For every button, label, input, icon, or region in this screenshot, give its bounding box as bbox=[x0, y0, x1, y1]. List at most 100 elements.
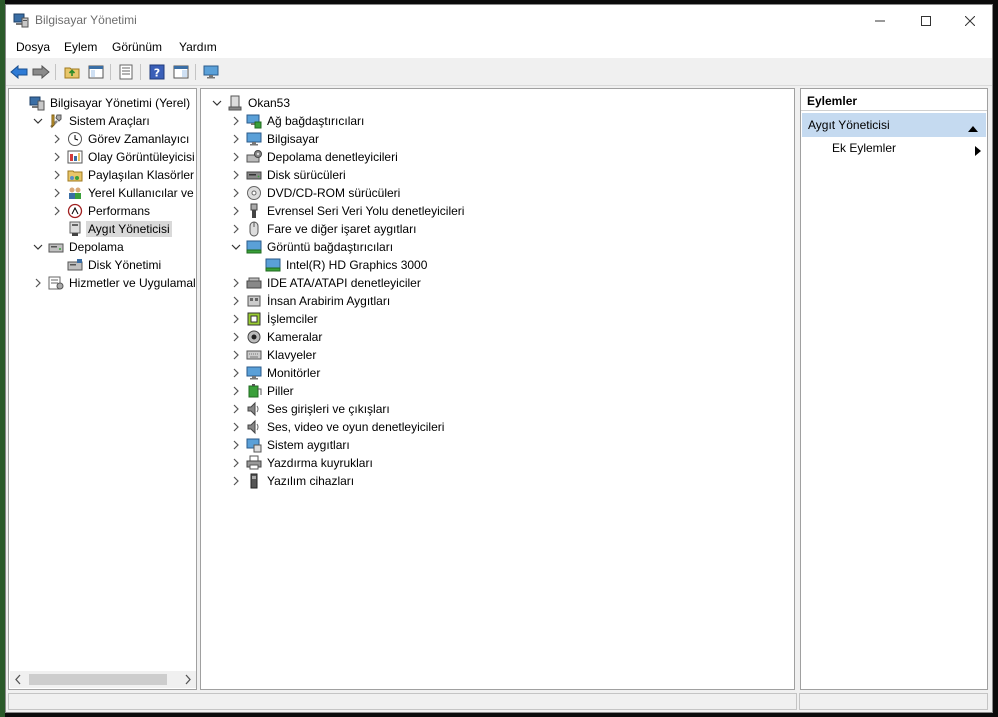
computer-icon bbox=[227, 95, 243, 111]
nav-item-depolama[interactable]: Depolama bbox=[32, 238, 126, 256]
device-category-ide-ata-atapi-denetleyiciler[interactable]: IDE ATA/ATAPI denetleyiciler bbox=[230, 274, 423, 292]
device-category-kameralar[interactable]: Kameralar bbox=[230, 328, 324, 346]
triangle-right-icon[interactable] bbox=[975, 145, 981, 159]
title-bar[interactable]: Bilgisayar Yönetimi bbox=[6, 5, 992, 36]
chevron-right-icon[interactable] bbox=[51, 169, 63, 181]
device-category-piller[interactable]: Piller bbox=[230, 382, 296, 400]
chevron-right-icon[interactable] bbox=[51, 133, 63, 145]
chevron-right-icon[interactable] bbox=[230, 115, 242, 127]
device-category-ses-video-ve-oyun-denetleyicileri[interactable]: Ses, video ve oyun denetleyicileri bbox=[230, 418, 446, 436]
ide-icon bbox=[246, 275, 262, 291]
chevron-right-icon[interactable] bbox=[230, 277, 242, 289]
show-hide-action-pane-button[interactable] bbox=[171, 63, 191, 81]
chevron-right-icon[interactable] bbox=[230, 313, 242, 325]
chevron-right-icon[interactable] bbox=[230, 421, 242, 433]
nav-item-sistem-araclari[interactable]: Sistem Araçları bbox=[32, 112, 152, 130]
chevron-right-icon[interactable] bbox=[230, 439, 242, 451]
chevron-right-icon[interactable] bbox=[230, 385, 242, 397]
tree-item-label: Okan53 bbox=[248, 96, 291, 110]
device-category-dvd-cd-rom-suruculeri[interactable]: DVD/CD-ROM sürücüleri bbox=[230, 184, 402, 202]
properties-button[interactable] bbox=[116, 63, 136, 81]
device-category-monitorler[interactable]: Monitörler bbox=[230, 364, 322, 382]
nav-item-olay-goruntuleyicisi[interactable]: Olay Görüntüleyicisi bbox=[51, 148, 196, 166]
chevron-down-icon[interactable] bbox=[32, 241, 44, 253]
device-category-yazdirma-kuyruklari[interactable]: Yazdırma kuyrukları bbox=[230, 454, 375, 472]
device-category-intel-r-hd-graphics-3000[interactable]: Intel(R) HD Graphics 3000 bbox=[249, 256, 429, 274]
display-adapter-icon bbox=[246, 239, 262, 255]
monitor-icon bbox=[246, 365, 262, 381]
nav-item-hizmetler-ve-uygulamalar[interactable]: Hizmetler ve Uygulamalar bbox=[32, 274, 196, 292]
device-category-ag-bagdastiricilari[interactable]: Ağ bağdaştırıcıları bbox=[230, 112, 366, 130]
maximize-button[interactable] bbox=[903, 5, 949, 36]
forward-button[interactable] bbox=[31, 63, 51, 81]
chevron-right-icon[interactable] bbox=[230, 367, 242, 379]
scroll-left-icon[interactable] bbox=[14, 674, 22, 688]
nav-item-yerel-kullanicilar-ve-gru[interactable]: Yerel Kullanıcılar ve Gru bbox=[51, 184, 196, 202]
chevron-down-icon[interactable] bbox=[32, 115, 44, 127]
chevron-right-icon[interactable] bbox=[230, 349, 242, 361]
menu-gorunum[interactable]: Görünüm bbox=[112, 40, 162, 54]
chevron-down-icon[interactable] bbox=[211, 97, 223, 109]
chevron-right-icon[interactable] bbox=[51, 187, 63, 199]
show-hide-tree-button[interactable] bbox=[86, 63, 106, 81]
nav-item-performans[interactable]: Performans bbox=[51, 202, 152, 220]
chevron-right-icon[interactable] bbox=[32, 277, 44, 289]
device-category-insan-arabirim-aygitlari[interactable]: İnsan Arabirim Aygıtları bbox=[230, 292, 392, 310]
device-category-bilgisayar[interactable]: Bilgisayar bbox=[230, 130, 321, 148]
menu-eylem[interactable]: Eylem bbox=[64, 40, 97, 54]
scan-hardware-button[interactable] bbox=[201, 63, 221, 81]
scrollbar-thumb[interactable] bbox=[29, 674, 167, 685]
disk-management-icon bbox=[67, 257, 83, 273]
menu-dosya[interactable]: Dosya bbox=[16, 40, 50, 54]
actions-section-device-manager[interactable]: Aygıt Yöneticisi bbox=[802, 113, 986, 137]
nav-item-paylasilan-klasorler[interactable]: Paylaşılan Klasörler bbox=[51, 166, 196, 184]
chevron-right-icon[interactable] bbox=[230, 223, 242, 235]
back-button[interactable] bbox=[9, 63, 29, 81]
chevron-right-icon[interactable] bbox=[230, 295, 242, 307]
device-category-klavyeler[interactable]: Klavyeler bbox=[230, 346, 318, 364]
chevron-right-icon[interactable] bbox=[230, 403, 242, 415]
help-button[interactable]: ? bbox=[147, 63, 167, 81]
device-category-depolama-denetleyicileri[interactable]: Depolama denetleyicileri bbox=[230, 148, 400, 166]
device-category-evrensel-seri-veri-yolu-denetleyicileri[interactable]: Evrensel Seri Veri Yolu denetleyicileri bbox=[230, 202, 466, 220]
device-category-sistem-aygitlari[interactable]: Sistem aygıtları bbox=[230, 436, 352, 454]
device-category-fare-ve-diger-isaret-aygitlari[interactable]: Fare ve diğer işaret aygıtları bbox=[230, 220, 418, 238]
camera-icon bbox=[246, 329, 262, 345]
device-tree-pane[interactable]: Okan53 Ağ bağdaştırıcıları Bilgisayar Depol… bbox=[200, 88, 795, 690]
chevron-right-icon[interactable] bbox=[51, 205, 63, 217]
device-category-islemciler[interactable]: İşlemciler bbox=[230, 310, 320, 328]
keyboard-icon bbox=[246, 347, 262, 363]
close-button[interactable] bbox=[947, 5, 993, 36]
chevron-right-icon[interactable] bbox=[230, 187, 242, 199]
chevron-right-icon[interactable] bbox=[230, 331, 242, 343]
chevron-right-icon[interactable] bbox=[230, 169, 242, 181]
device-category-okan53[interactable]: Okan53 bbox=[211, 94, 292, 112]
tree-item-label: Klavyeler bbox=[267, 348, 317, 362]
device-category-goruntu-bagdastiricilari[interactable]: Görüntü bağdaştırıcıları bbox=[230, 238, 395, 256]
nav-item-gorev-zamanlayici[interactable]: Görev Zamanlayıcı bbox=[51, 130, 191, 148]
horizontal-scrollbar[interactable] bbox=[10, 671, 196, 688]
scroll-right-icon[interactable] bbox=[184, 674, 192, 688]
nav-item-bilgisayar-yonetimi-yerel[interactable]: Bilgisayar Yönetimi (Yerel) bbox=[13, 94, 192, 112]
chevron-right-icon[interactable] bbox=[230, 475, 242, 487]
up-one-level-button[interactable] bbox=[62, 63, 82, 81]
chevron-right-icon[interactable] bbox=[230, 205, 242, 217]
nav-item-aygit-yoneticisi[interactable]: Aygıt Yöneticisi bbox=[51, 220, 172, 238]
more-actions-item[interactable]: Ek Eylemler bbox=[832, 141, 896, 155]
menu-yardim[interactable]: Yardım bbox=[179, 40, 217, 54]
chevron-right-icon[interactable] bbox=[51, 151, 63, 163]
tree-item-label: Depolama bbox=[69, 240, 124, 254]
network-adapter-icon bbox=[246, 113, 262, 129]
device-category-yazilim-cihazlari[interactable]: Yazılım cihazları bbox=[230, 472, 356, 490]
device-category-disk-suruculeri[interactable]: Disk sürücüleri bbox=[230, 166, 348, 184]
nav-item-disk-yonetimi[interactable]: Disk Yönetimi bbox=[51, 256, 163, 274]
chevron-right-icon[interactable] bbox=[230, 133, 242, 145]
chevron-down-icon[interactable] bbox=[230, 241, 242, 253]
console-tree-pane[interactable]: Bilgisayar Yönetimi (Yerel) Sistem Araçla… bbox=[8, 88, 197, 690]
chevron-right-icon[interactable] bbox=[230, 457, 242, 469]
computer-management-icon bbox=[29, 95, 45, 111]
minimize-button[interactable] bbox=[857, 5, 903, 36]
device-category-ses-girisleri-ve-cikislari[interactable]: Ses girişleri ve çıkışları bbox=[230, 400, 392, 418]
chevron-right-icon[interactable] bbox=[230, 151, 242, 163]
triangle-up-icon[interactable] bbox=[968, 121, 978, 135]
